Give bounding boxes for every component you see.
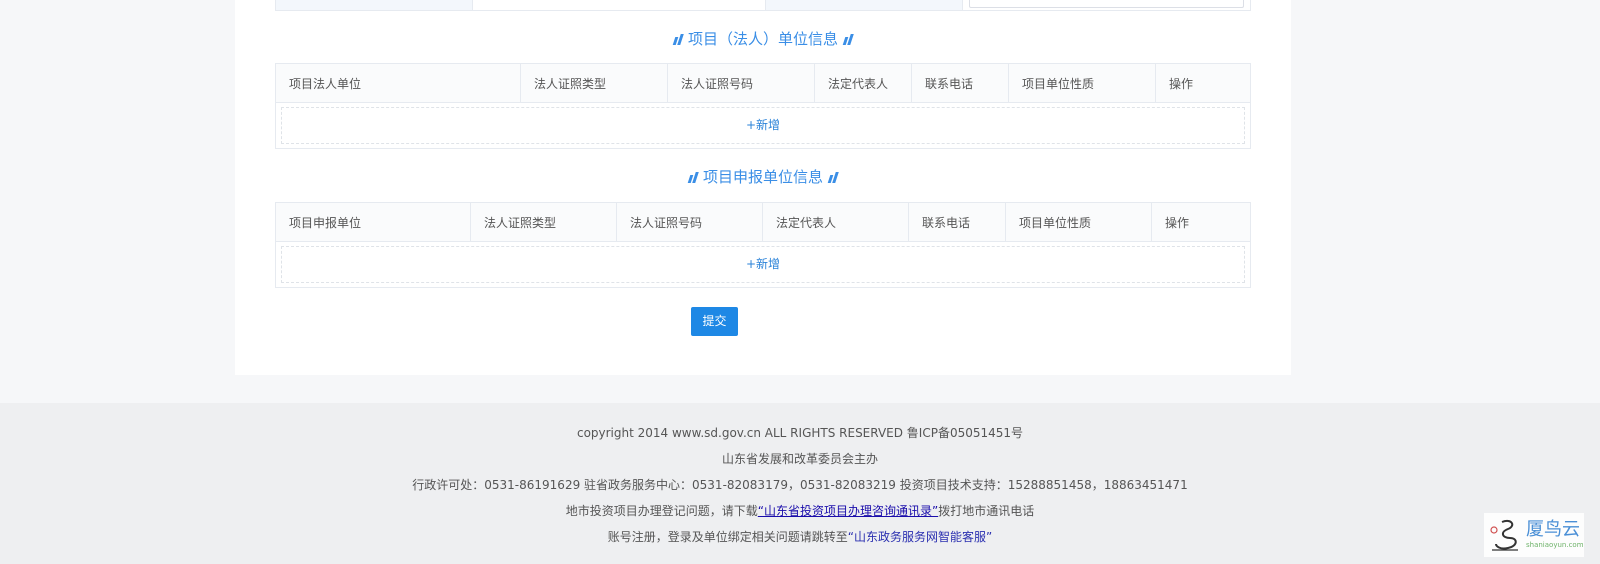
title-deco-icon: [827, 171, 839, 183]
column-header: 项目单位性质: [1005, 202, 1152, 242]
footer-city-line: 地市投资项目办理登记问题，请下载“山东省投资项目办理咨询通讯录”拨打地市通讯电话: [0, 503, 1600, 519]
table-header-row: 项目申报单位 法人证照类型 法人证照号码 法定代表人 联系电话 项目单位性质 操…: [275, 202, 1251, 242]
title-deco-icon: [672, 33, 684, 45]
column-header: 项目申报单位: [275, 202, 471, 242]
footer-city-suffix: 拨打地市通讯电话: [938, 504, 1035, 518]
applicant-unit-table: 项目申报单位 法人证照类型 法人证照号码 法定代表人 联系电话 项目单位性质 操…: [275, 202, 1251, 288]
add-applicant-unit-button[interactable]: +新增: [281, 246, 1245, 283]
legal-unit-table: 项目法人单位 法人证照类型 法人证照号码 法定代表人 联系电话 项目单位性质 操…: [275, 63, 1251, 149]
section-title-text: 项目（法人）单位信息: [687, 30, 838, 48]
watermark-title: 厦鸟云: [1526, 519, 1580, 540]
add-legal-unit-button[interactable]: +新增: [281, 107, 1245, 144]
title-deco-icon: [687, 171, 699, 183]
bird-logo-icon: [1490, 519, 1518, 551]
form-card: [235, 0, 1291, 375]
column-header: 项目单位性质: [1008, 63, 1156, 103]
column-header: 项目法人单位: [275, 63, 521, 103]
table-row: +新增: [275, 241, 1251, 288]
footer-contacts: 行政许可处：0531-86191629 驻省政务服务中心：0531-820831…: [412, 478, 1188, 492]
title-deco-icon: [842, 33, 854, 45]
section-title-applicant-unit: 项目申报单位信息: [275, 167, 1251, 187]
text-input[interactable]: [969, 0, 1244, 8]
contacts-directory-link[interactable]: “山东省投资项目办理咨询通讯录”: [758, 504, 938, 518]
previous-table-bottom-row: [275, 0, 1251, 11]
footer-account-line: 账号注册，登录及单位绑定相关问题请跳转至“山东政务服务网智能客服”: [0, 529, 1600, 545]
section-title-text: 项目申报单位信息: [702, 168, 823, 186]
watermark-url: shaniaoyun.com: [1526, 541, 1584, 549]
column-header: 法人证照类型: [520, 63, 668, 103]
table-row: +新增: [275, 102, 1251, 149]
column-header: 联系电话: [908, 202, 1006, 242]
table-header-row: 项目法人单位 法人证照类型 法人证照号码 法定代表人 联系电话 项目单位性质 操…: [275, 63, 1251, 103]
watermark-logo: 厦鸟云 shaniaoyun.com: [1484, 513, 1584, 557]
footer-copyright: copyright 2014 www.sd.gov.cn ALL RIGHTS …: [576, 426, 1024, 440]
column-header: 联系电话: [911, 63, 1009, 103]
smart-service-link[interactable]: “山东政务服务网智能客服”: [848, 530, 992, 544]
column-header: 法定代表人: [814, 63, 912, 103]
footer-account-prefix: 账号注册，登录及单位绑定相关问题请跳转至: [607, 530, 848, 544]
footer-city-prefix: 地市投资项目办理登记问题，请下载: [565, 504, 758, 518]
column-header: 法人证照类型: [470, 202, 617, 242]
column-header: 法人证照号码: [667, 63, 815, 103]
column-header: 操作: [1155, 63, 1251, 103]
column-header: 法人证照号码: [616, 202, 763, 242]
submit-button[interactable]: 提交: [691, 307, 738, 336]
column-header: 操作: [1151, 202, 1251, 242]
section-title-legal-unit: 项目（法人）单位信息: [275, 29, 1251, 49]
column-header: 法定代表人: [762, 202, 909, 242]
page-footer: copyright 2014 www.sd.gov.cn ALL RIGHTS …: [0, 403, 1600, 564]
footer-host: 山东省发展和改革委员会主办: [721, 452, 878, 466]
